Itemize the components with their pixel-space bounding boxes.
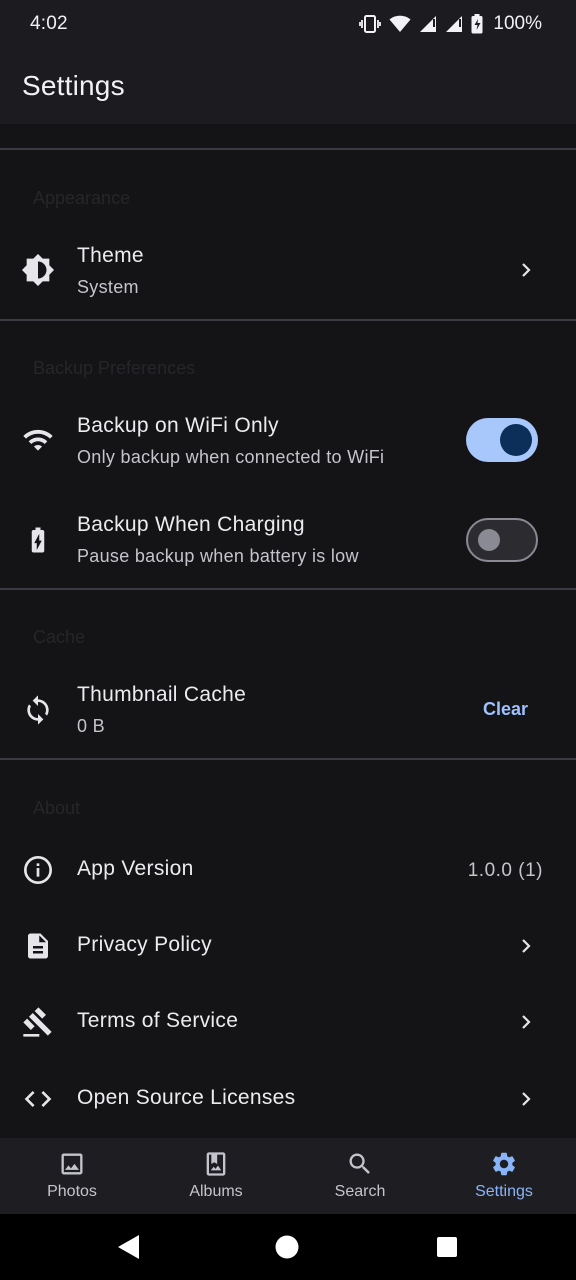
- section-header-backup: Backup Preferences: [33, 358, 196, 378]
- backup-charging-toggle[interactable]: [466, 518, 538, 562]
- battery-percent: 100%: [493, 13, 542, 34]
- section-header-cache: Cache: [33, 627, 86, 647]
- sync-icon: [20, 692, 56, 728]
- system-navigation-bar: [0, 1214, 576, 1280]
- terms-of-service-setting[interactable]: Terms of Service: [0, 986, 576, 1058]
- theme-value: System: [77, 277, 139, 297]
- app-version-title: App Version: [77, 857, 194, 880]
- backup-charging-subtitle: Pause backup when battery is low: [77, 546, 359, 566]
- document-icon: [20, 928, 56, 964]
- settings-list[interactable]: Appearance Theme System Backup Preferenc…: [0, 124, 576, 1138]
- signal-icon-1: [419, 15, 437, 33]
- privacy-policy-title: Privacy Policy: [77, 933, 212, 956]
- divider: [0, 758, 576, 760]
- battery-charging-icon: [20, 522, 56, 558]
- nav-label-settings: Settings: [475, 1183, 533, 1200]
- thumbnail-cache-size: 0 B: [77, 716, 105, 736]
- wifi-icon: [20, 422, 56, 458]
- nav-label-photos: Photos: [47, 1183, 97, 1200]
- toggle-knob: [478, 529, 500, 551]
- nav-label-search: Search: [334, 1183, 386, 1200]
- battery-icon: [471, 14, 483, 34]
- home-icon[interactable]: [275, 1234, 299, 1265]
- search-icon: [346, 1150, 374, 1178]
- bottom-navigation: Photos Albums Search Settings: [0, 1138, 576, 1214]
- backup-charging-title: Backup When Charging: [77, 513, 305, 536]
- backup-wifi-subtitle: Only backup when connected to WiFi: [77, 447, 385, 467]
- nav-item-photos[interactable]: Photos: [0, 1138, 144, 1214]
- brightness-icon: [20, 252, 56, 288]
- open-source-licenses-title: Open Source Licenses: [77, 1086, 296, 1109]
- open-source-licenses-setting[interactable]: Open Source Licenses: [0, 1062, 576, 1134]
- status-bar: 4:02 100%: [0, 0, 576, 48]
- chevron-right-icon: [514, 1010, 538, 1034]
- nav-label-albums: Albums: [189, 1183, 243, 1200]
- status-icons: 100%: [359, 13, 542, 35]
- nav-item-albums[interactable]: Albums: [144, 1138, 288, 1214]
- app-bar: Settings: [0, 48, 576, 124]
- nav-item-settings[interactable]: Settings: [432, 1138, 576, 1214]
- page-title: Settings: [22, 70, 125, 101]
- nav-item-search[interactable]: Search: [288, 1138, 432, 1214]
- toggle-knob: [500, 424, 532, 456]
- chevron-right-icon: [514, 1087, 538, 1111]
- privacy-policy-setting[interactable]: Privacy Policy: [0, 910, 576, 982]
- wifi-status-icon: [389, 15, 411, 33]
- chevron-right-icon: [514, 258, 538, 282]
- section-header-appearance: Appearance: [33, 188, 131, 208]
- backup-wifi-title: Backup on WiFi Only: [77, 414, 279, 437]
- app-version-setting: App Version 1.0.0 (1): [0, 834, 576, 906]
- clear-cache-button[interactable]: Clear: [483, 699, 528, 720]
- recents-icon[interactable]: [436, 1234, 458, 1265]
- backup-wifi-toggle[interactable]: [466, 418, 538, 462]
- divider: [0, 588, 576, 590]
- theme-setting[interactable]: Theme System: [0, 224, 576, 316]
- thumbnail-cache-title: Thumbnail Cache: [77, 683, 247, 706]
- backup-charging-setting[interactable]: Backup When Charging Pause backup when b…: [0, 494, 576, 590]
- app-version-value: 1.0.0 (1): [467, 860, 543, 881]
- code-icon: [20, 1081, 56, 1117]
- backup-wifi-only-setting[interactable]: Backup on WiFi Only Only backup when con…: [0, 394, 576, 490]
- thumbnail-cache-setting: Thumbnail Cache 0 B Clear: [0, 664, 576, 756]
- terms-of-service-title: Terms of Service: [77, 1009, 239, 1032]
- divider: [0, 148, 576, 150]
- status-time: 4:02: [30, 13, 68, 34]
- album-icon: [202, 1150, 230, 1178]
- vibrate-icon: [359, 14, 382, 34]
- chevron-right-icon: [514, 934, 538, 958]
- divider: [0, 319, 576, 321]
- signal-icon-2: [445, 15, 463, 33]
- section-header-about: About: [33, 798, 81, 818]
- info-icon: [20, 852, 56, 888]
- gear-icon: [490, 1150, 518, 1178]
- theme-title: Theme: [77, 244, 144, 267]
- gavel-icon: [20, 1004, 56, 1040]
- photo-icon: [58, 1150, 86, 1178]
- back-icon[interactable]: [117, 1234, 141, 1265]
